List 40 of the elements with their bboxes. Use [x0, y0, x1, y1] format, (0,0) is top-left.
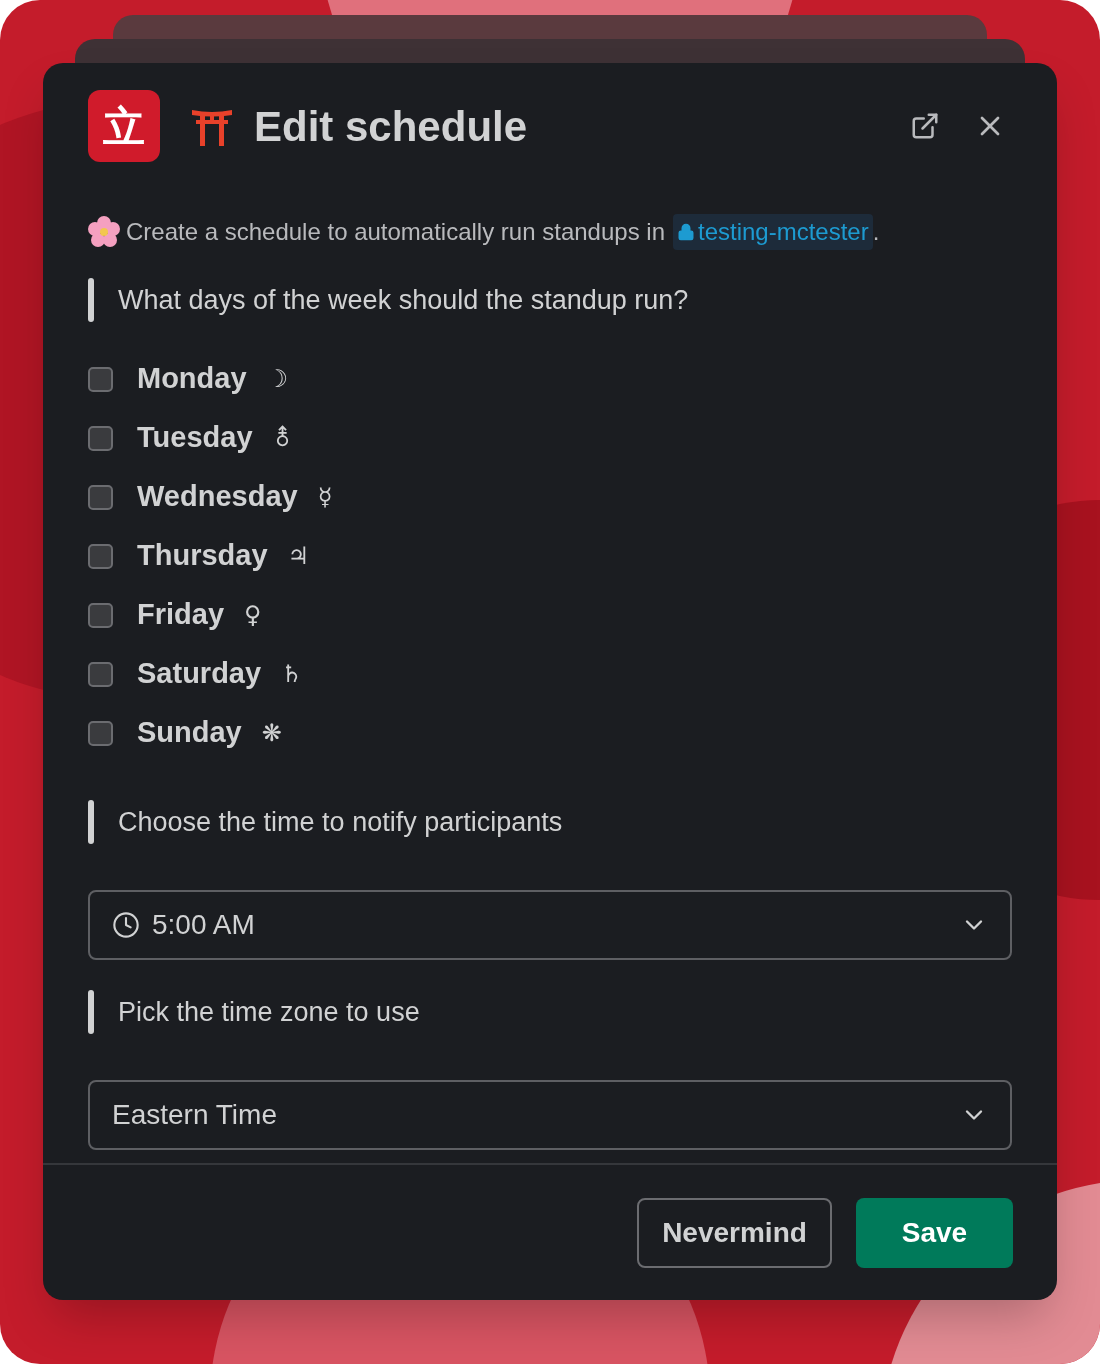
- day-label: Monday: [137, 361, 247, 397]
- clock-icon: [112, 911, 140, 939]
- save-button[interactable]: Save: [856, 1197, 1013, 1268]
- question-text: Choose the time to notify participants: [118, 805, 563, 839]
- day-symbol: ♄: [281, 659, 303, 690]
- cancel-button[interactable]: Nevermind: [637, 1197, 832, 1268]
- channel-link[interactable]: testing-mctester: [673, 214, 873, 250]
- select-field[interactable]: Eastern Time: [88, 1080, 1012, 1150]
- day-symbol: ♀: [244, 600, 262, 631]
- day-symbol: ❋: [261, 718, 282, 749]
- checkbox[interactable]: [88, 720, 113, 746]
- checkbox[interactable]: [88, 543, 113, 569]
- checkbox[interactable]: [88, 366, 113, 392]
- cherry-blossom-icon: [88, 216, 120, 248]
- checkbox[interactable]: [88, 602, 113, 628]
- question-text: What days of the week should the standup run?: [118, 283, 689, 317]
- day-label: Saturday: [137, 656, 262, 692]
- day-symbol: ♃: [287, 541, 310, 572]
- day-symbol: ⚨: [272, 423, 293, 454]
- app-icon: 立: [88, 90, 160, 162]
- checkbox[interactable]: [88, 484, 113, 510]
- checkbox[interactable]: [88, 661, 113, 687]
- intro-text: Create a schedule to automatically run standups in: [126, 217, 665, 247]
- lock-icon: [677, 223, 695, 241]
- day-label: Thursday: [137, 538, 268, 574]
- day-symbol: ☽: [266, 364, 289, 395]
- day-label: Tuesday: [137, 420, 253, 456]
- day-label: Sunday: [137, 715, 242, 751]
- quote-bar: [88, 990, 94, 1034]
- period-text: .: [872, 217, 880, 247]
- day-symbol: ☿: [317, 482, 333, 513]
- open-external-button[interactable]: [910, 111, 940, 141]
- day-label: Friday: [137, 597, 225, 633]
- quote-bar: [88, 800, 94, 844]
- quote-bar: [88, 278, 94, 322]
- modal-title: Edit schedule: [254, 101, 529, 152]
- checkbox[interactable]: [88, 425, 113, 451]
- question-text: Pick the time zone to use: [118, 995, 420, 1029]
- select-field[interactable]: 5:00 AM: [88, 890, 1012, 960]
- day-label: Wednesday: [137, 479, 298, 515]
